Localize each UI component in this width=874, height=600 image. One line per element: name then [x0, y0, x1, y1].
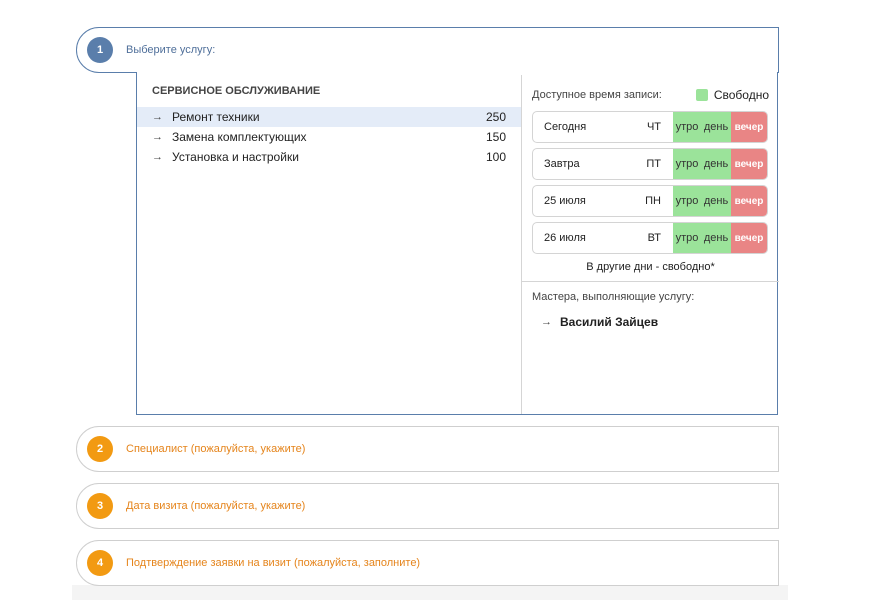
- service-item-setup[interactable]: → Установка и настройки 100: [137, 147, 521, 167]
- arrow-right-icon: →: [152, 111, 163, 123]
- day-weekday: ЧТ: [646, 121, 661, 133]
- master-item[interactable]: → Василий Зайцев: [541, 315, 658, 329]
- step-2-number: 2: [87, 436, 113, 462]
- day-date: Сегодня: [544, 121, 587, 133]
- step-4-title: Подтверждение заявки на визит (пожалуйст…: [126, 557, 421, 569]
- panel-joint: [137, 72, 777, 75]
- day-row-today: Сегодня ЧТ утро день вечер: [532, 111, 768, 143]
- divider: [522, 281, 779, 282]
- service-price: 150: [485, 130, 506, 144]
- day-date: 25 июля: [544, 195, 586, 207]
- slot-evening: вечер: [731, 149, 767, 179]
- masters-heading: Мастера, выполняющие услугу:: [532, 291, 695, 303]
- free-legend-swatch: [695, 89, 708, 101]
- other-days-note: В другие дни - свободно*: [586, 261, 715, 273]
- step-4-header[interactable]: 4 Подтверждение заявки на визит (пожалуй…: [76, 540, 779, 586]
- services-column: СЕРВИСНОЕ ОБСЛУЖИВАНИЕ → Ремонт техники …: [137, 73, 521, 414]
- service-name: Установка и настройки: [172, 150, 299, 164]
- day-date: 26 июля: [544, 232, 586, 244]
- service-category-title: СЕРВИСНОЕ ОБСЛУЖИВАНИЕ: [152, 85, 321, 97]
- service-price: 100: [485, 150, 506, 164]
- step-1-title: Выберите услугу:: [126, 44, 216, 56]
- service-name: Замена комплектующих: [172, 130, 307, 144]
- day-date: Завтра: [544, 158, 580, 170]
- day-row-tomorrow: Завтра ПТ утро день вечер: [532, 148, 768, 180]
- availability-column: Доступное время записи: Свободно Сегодня…: [521, 73, 779, 414]
- arrow-right-icon: →: [541, 316, 552, 328]
- step-2-header[interactable]: 2 Специалист (пожалуйста, укажите): [76, 426, 779, 472]
- service-price: 250: [485, 110, 506, 124]
- step-2-title: Специалист (пожалуйста, укажите): [126, 443, 306, 455]
- slot-morning[interactable]: утро: [673, 186, 701, 216]
- step-1-header[interactable]: 1 Выберите услугу:: [76, 27, 779, 73]
- slot-day[interactable]: день: [701, 149, 731, 179]
- service-name: Ремонт техники: [172, 110, 260, 124]
- slot-day[interactable]: день: [701, 186, 731, 216]
- free-legend-label: Свободно: [713, 88, 769, 102]
- arrow-right-icon: →: [152, 131, 163, 143]
- day-row-july-25: 25 июля ПН утро день вечер: [532, 185, 768, 217]
- slot-evening: вечер: [731, 223, 767, 253]
- service-item-replacement[interactable]: → Замена комплектующих 150: [137, 127, 521, 147]
- step-3-title: Дата визита (пожалуйста, укажите): [126, 500, 306, 512]
- slot-evening: вечер: [731, 112, 767, 142]
- day-weekday: ПТ: [646, 158, 661, 170]
- slot-day[interactable]: день: [701, 223, 731, 253]
- slot-morning[interactable]: утро: [673, 149, 701, 179]
- service-item-repair[interactable]: → Ремонт техники 250: [137, 107, 521, 127]
- day-row-july-26: 26 июля ВТ утро день вечер: [532, 222, 768, 254]
- slot-evening: вечер: [731, 186, 767, 216]
- step-1-number: 1: [87, 37, 113, 63]
- day-weekday: ПН: [645, 195, 661, 207]
- slot-morning[interactable]: утро: [673, 223, 701, 253]
- master-name: Василий Зайцев: [560, 315, 659, 329]
- step-3-header[interactable]: 3 Дата визита (пожалуйста, укажите): [76, 483, 779, 529]
- slot-day[interactable]: день: [701, 112, 731, 142]
- step-4-number: 4: [87, 550, 113, 576]
- step-3-number: 3: [87, 493, 113, 519]
- page-bottom-shade: [72, 585, 788, 600]
- availability-heading: Доступное время записи:: [532, 89, 662, 101]
- step-1-panel: СЕРВИСНОЕ ОБСЛУЖИВАНИЕ → Ремонт техники …: [136, 73, 779, 415]
- service-list: → Ремонт техники 250 → Замена комплектую…: [137, 107, 521, 167]
- arrow-right-icon: →: [152, 151, 163, 163]
- slot-morning[interactable]: утро: [673, 112, 701, 142]
- day-weekday: ВТ: [647, 232, 661, 244]
- availability-legend: Свободно: [695, 88, 769, 102]
